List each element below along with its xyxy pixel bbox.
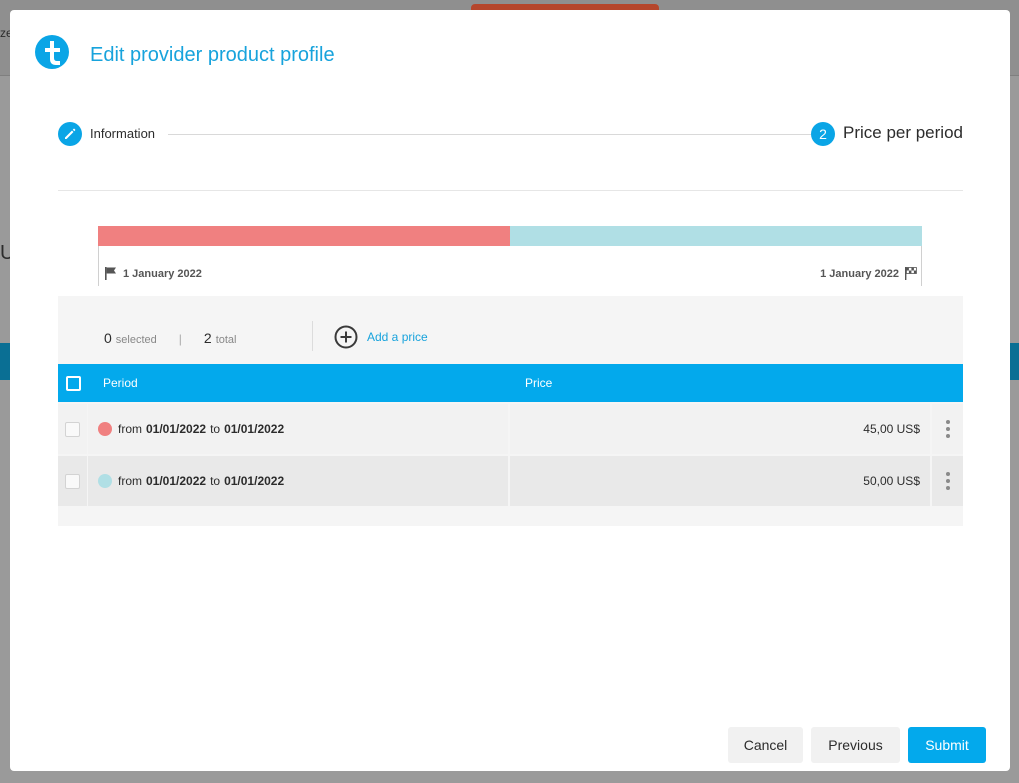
cancel-button[interactable]: Cancel (728, 727, 803, 763)
selection-counts: 0 selected | 2 total (104, 330, 237, 346)
period-timeline: 1 January 2022 1 January 2022 (98, 226, 922, 286)
step-price-per-period-label[interactable]: Price per period (843, 123, 963, 143)
add-price-button[interactable]: Add a price (334, 325, 428, 349)
selected-label: selected (115, 334, 157, 346)
period-color-dot (98, 474, 112, 488)
plus-circle-icon (334, 325, 358, 349)
header-divider (58, 190, 963, 191)
period-cell: from 01/01/2022 to 01/01/2022 (88, 456, 508, 506)
price-cell: 45,00 US$ (510, 404, 930, 454)
row-checkbox-cell (58, 456, 87, 506)
timeline-end-label: 1 January 2022 (820, 267, 899, 280)
submit-button[interactable]: Submit (908, 727, 986, 763)
period-to-word: to (210, 422, 221, 436)
select-all-checkbox[interactable] (66, 376, 81, 391)
row-checkbox-cell (58, 404, 87, 454)
timeline-end-tick (921, 246, 922, 286)
period-from-word: from (118, 474, 142, 488)
table-header: Period Price (58, 364, 963, 402)
pencil-icon (65, 128, 76, 139)
edit-profile-modal: Edit provider product profile Informatio… (10, 10, 1010, 771)
column-header-period[interactable]: Period (103, 376, 138, 390)
table-row[interactable]: from 01/01/2022 to 01/01/2022 45,00 US$ (58, 404, 963, 454)
modal-header: Edit provider product profile (10, 10, 1010, 100)
step-price-per-period[interactable]: 2 (811, 122, 835, 146)
row-menu-button[interactable] (932, 404, 963, 454)
stepper: Information 2 Price per period (58, 122, 963, 148)
timeline-start-tick (98, 246, 99, 286)
toolbar-separator (312, 321, 313, 351)
previous-button[interactable]: Previous (811, 727, 900, 763)
total-label: total (215, 334, 237, 346)
period-end: 01/01/2022 (224, 474, 285, 488)
stepper-line (168, 134, 811, 135)
price-list-panel: 0 selected | 2 total Add a price Period … (58, 296, 963, 526)
period-cell: from 01/01/2022 to 01/01/2022 (88, 404, 508, 454)
row-checkbox[interactable] (65, 474, 80, 489)
selected-count: 0 (104, 330, 112, 346)
total-count: 2 (203, 330, 212, 346)
column-header-price[interactable]: Price (525, 376, 552, 390)
period-to-word: to (210, 474, 221, 488)
timeline-start: 1 January 2022 (104, 267, 202, 280)
step-information-label[interactable]: Information (90, 126, 155, 141)
timeline-segment-1 (98, 226, 510, 246)
brand-cross-icon (35, 35, 69, 69)
flag-icon (105, 267, 116, 280)
period-start: 01/01/2022 (146, 422, 207, 436)
kebab-menu-icon (945, 420, 950, 438)
count-separator: | (178, 332, 182, 346)
period-start: 01/01/2022 (146, 474, 207, 488)
modal-title: Edit provider product profile (90, 44, 335, 66)
row-menu-button[interactable] (932, 456, 963, 506)
timeline-segment-2 (510, 226, 922, 246)
timeline-start-label: 1 January 2022 (123, 267, 202, 280)
checkered-flag-icon (905, 267, 917, 280)
add-price-label[interactable]: Add a price (367, 330, 428, 344)
period-color-dot (98, 422, 112, 436)
period-end: 01/01/2022 (224, 422, 285, 436)
row-checkbox[interactable] (65, 422, 80, 437)
step-information[interactable] (58, 122, 82, 146)
timeline-end: 1 January 2022 (820, 267, 918, 280)
period-from-word: from (118, 422, 142, 436)
price-cell: 50,00 US$ (510, 456, 930, 506)
table-row[interactable]: from 01/01/2022 to 01/01/2022 50,00 US$ (58, 456, 963, 506)
kebab-menu-icon (945, 472, 950, 490)
